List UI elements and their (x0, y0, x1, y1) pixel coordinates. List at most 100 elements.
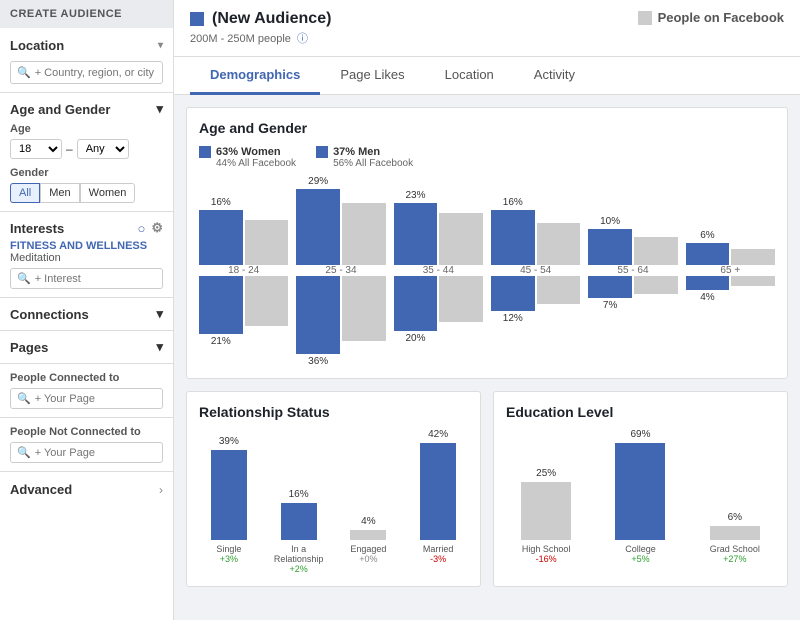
age-gender-header[interactable]: Age and Gender ▾ (10, 101, 163, 117)
advanced-label: Advanced (10, 482, 72, 497)
location-section: Location ▾ 🔍 (0, 28, 173, 93)
connections-header[interactable]: Connections ▾ (10, 306, 163, 322)
bar-pct-women-25: 29% (308, 176, 328, 187)
bar-pct-men-35: 20% (405, 333, 425, 344)
bar-fb-35-men (439, 276, 483, 322)
pages-header[interactable]: Pages ▾ (10, 339, 163, 355)
tab-activity[interactable]: Activity (514, 57, 595, 95)
interest-search-input[interactable] (35, 273, 156, 285)
edu-pct-gradschool: 6% (728, 512, 742, 523)
men-bars: 21% 36% (199, 276, 775, 366)
connections-section: Connections ▾ (0, 298, 173, 331)
rel-bar-engaged: 4% (339, 530, 399, 540)
sidebar-header: CREATE AUDIENCE (0, 0, 173, 28)
bar-pct-women-18: 16% (211, 197, 231, 208)
age-label-35: 35 - 44 (394, 265, 483, 276)
connections-label: Connections (10, 307, 89, 322)
bar-fb-65-women (731, 249, 775, 265)
bar-group-35-44-women: 23% (394, 190, 483, 265)
rel-pct-single: 39% (219, 436, 239, 447)
bar-fb-45-women (537, 223, 581, 265)
bar-group-25-34-women: 29% (296, 176, 385, 265)
search-icon: 🔍 (17, 446, 31, 459)
rel-pct-engaged: 4% (361, 516, 375, 527)
women-legend-box (199, 146, 211, 158)
age-to-select[interactable]: Any (77, 139, 129, 159)
tab-demographics[interactable]: Demographics (190, 57, 320, 95)
bar-group-55-64-men: 7% (588, 276, 677, 311)
men-legend-box (316, 146, 328, 158)
connections-chevron-icon: ▾ (156, 306, 163, 322)
bar-group-45-54-men: 12% (491, 276, 580, 324)
people-not-connected-input[interactable] (35, 447, 156, 459)
age-label-18: 18 - 24 (199, 265, 288, 276)
age-dash: – (66, 142, 73, 156)
bar-fb-25-men (342, 276, 386, 341)
bar-pct-women-35: 23% (405, 190, 425, 201)
bar-men-25 (296, 276, 340, 354)
chart-legend: 63% Women 44% All Facebook 37% Men 56% A… (199, 146, 775, 169)
audience-title-text: (New Audience) (212, 10, 331, 28)
rel-bar-married-fill: 42% (420, 443, 456, 540)
location-label: Location (10, 38, 64, 53)
women-legend-sub: 44% All Facebook (216, 158, 296, 169)
interests-header[interactable]: Interests ○ ⚙ (10, 220, 163, 236)
advanced-section[interactable]: Advanced › (0, 472, 173, 507)
bar-pct-women-65: 6% (700, 230, 714, 241)
age-label-65: 65 + (686, 265, 775, 276)
location-header[interactable]: Location ▾ (10, 36, 163, 55)
rel-pct-relationship: 16% (289, 489, 309, 500)
education-chart-title: Education Level (506, 404, 775, 420)
people-not-connected-input-wrapper[interactable]: 🔍 (10, 442, 163, 463)
tabs: Demographics Page Likes Location Activit… (174, 57, 800, 95)
gender-label: Gender (10, 167, 163, 179)
people-on-facebook-label: People on Facebook (658, 10, 784, 25)
rel-bar-relationship-fill: 16% (281, 503, 317, 540)
education-labels: High School -16% College +5% Grad School… (506, 544, 775, 564)
location-input-wrapper[interactable]: 🔍 (10, 61, 163, 84)
rel-label-single: Single +3% (199, 544, 259, 574)
pages-chevron-icon: ▾ (156, 339, 163, 355)
info-icon: ⓘ (297, 33, 308, 45)
tab-location[interactable]: Location (425, 57, 514, 95)
audience-info: (New Audience) 200M - 250M people ⓘ (190, 10, 331, 46)
age-gender-chevron-icon: ▾ (156, 101, 163, 117)
edu-label-college: College +5% (600, 544, 680, 564)
age-label-45: 45 - 54 (491, 265, 580, 276)
gear-icon[interactable]: ⚙ (151, 220, 163, 236)
tab-page-likes[interactable]: Page Likes (320, 57, 424, 95)
bar-group-45-54-women: 16% (491, 197, 580, 265)
age-gender-chart-card: Age and Gender 63% Women 44% All Faceboo… (186, 107, 788, 379)
gender-all-button[interactable]: All (10, 183, 40, 203)
age-from-select[interactable]: 18 (10, 139, 62, 159)
bar-group-65-men: 4% (686, 276, 775, 303)
circle-icon[interactable]: ○ (137, 221, 145, 236)
relationship-labels: Single +3% In a Relationship +2% Engaged… (199, 544, 468, 574)
gender-men-button[interactable]: Men (40, 183, 79, 203)
people-connected-input-wrapper[interactable]: 🔍 (10, 388, 163, 409)
bar-group-25-34-men: 36% (296, 276, 385, 367)
bar-fb-55-men (634, 276, 678, 294)
interests-icons: ○ ⚙ (137, 220, 163, 236)
bar-men-65 (686, 276, 730, 290)
bar-women-55 (588, 229, 632, 265)
interest-search-wrapper[interactable]: 🔍 (10, 268, 163, 289)
rel-bar-married: 42% (408, 443, 468, 540)
rel-pct-married: 42% (428, 429, 448, 440)
edu-bar-gradschool: 6% (695, 526, 775, 540)
gender-women-button[interactable]: Women (80, 183, 136, 203)
bar-fb-25-women (342, 203, 386, 265)
bar-men-55 (588, 276, 632, 298)
location-input[interactable] (35, 67, 156, 79)
men-legend-label: 37% Men (333, 146, 380, 158)
edu-bar-highschool: 25% (506, 482, 586, 540)
relationship-bars: 39% 16% 4% (199, 430, 468, 540)
people-connected-input[interactable] (35, 393, 156, 405)
location-chevron-icon: ▾ (158, 40, 163, 51)
audience-color-square (190, 12, 204, 26)
people-color-square (638, 11, 652, 25)
women-bars: 16% 29% (199, 175, 775, 265)
people-not-connected-label: People Not Connected to (10, 426, 163, 438)
age-gender-chart-title: Age and Gender (199, 120, 775, 136)
men-legend-sub: 56% All Facebook (333, 158, 413, 169)
